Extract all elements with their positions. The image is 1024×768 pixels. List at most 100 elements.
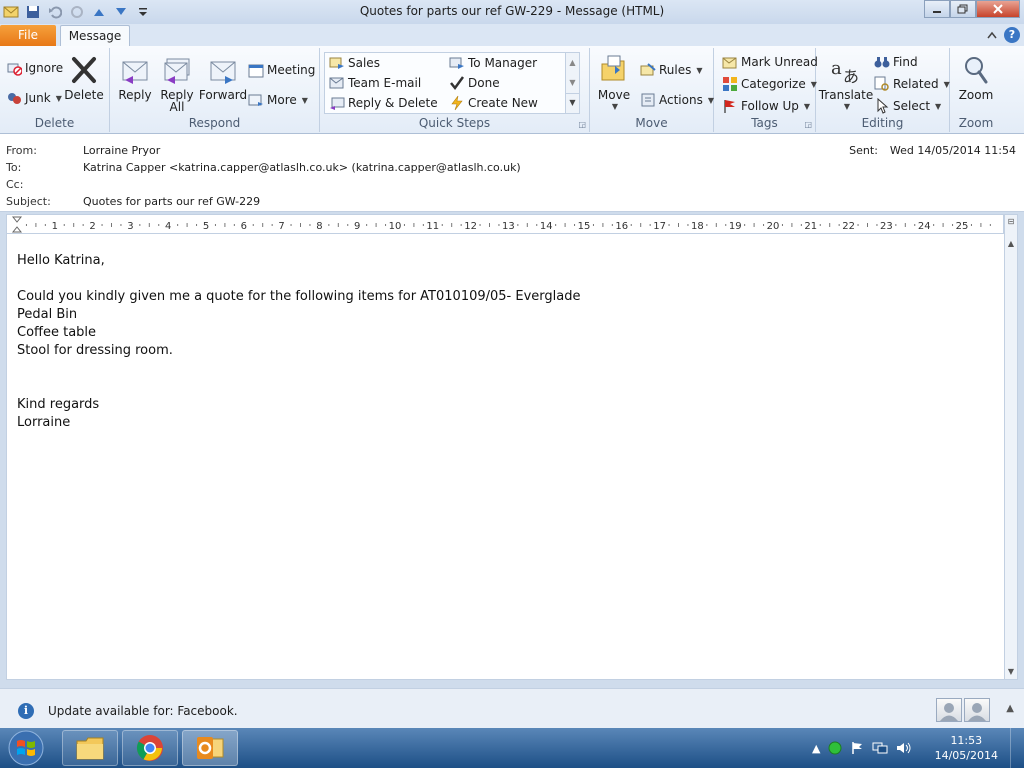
tab-message[interactable]: Message — [60, 25, 130, 47]
zoom-group-label: Zoom — [958, 116, 994, 130]
body-line — [17, 270, 580, 288]
find-button[interactable]: Find — [874, 52, 918, 72]
ruler-number: 24 — [918, 221, 931, 232]
first-line-indent-marker[interactable] — [11, 216, 23, 223]
avatar[interactable] — [936, 698, 962, 722]
meeting-button[interactable]: Meeting — [248, 60, 315, 80]
quick-step-create-new[interactable]: Create New — [449, 93, 538, 113]
close-button[interactable] — [976, 0, 1020, 18]
tray-icons: ▲ — [812, 741, 912, 755]
ruler-number: 13 — [502, 221, 515, 232]
actions-icon — [640, 92, 656, 108]
from-value[interactable]: Lorraine Pryor — [83, 144, 160, 161]
quick-steps-scrollbar[interactable]: ▲ ▼ ▼ — [565, 53, 579, 113]
follow-up-button[interactable]: Follow Up ▼ — [722, 96, 810, 116]
zoom-button[interactable]: Zoom — [956, 54, 996, 101]
explorer-taskbar-button[interactable] — [62, 730, 118, 766]
sent-value: Wed 14/05/2014 11:54 — [889, 144, 1016, 157]
show-desktop-button[interactable] — [1010, 728, 1024, 768]
ruler-number: 10 — [389, 221, 402, 232]
ruler-number: 25 — [956, 221, 969, 232]
checkmark-icon — [449, 75, 465, 91]
update-notice[interactable]: Update available for: Facebook. — [48, 704, 238, 718]
move-button[interactable]: Move ▼ — [596, 54, 632, 113]
body-line: Stool for dressing room. — [17, 343, 173, 358]
body-line: Kind regards — [17, 397, 100, 412]
delete-icon — [68, 54, 100, 86]
outlook-taskbar-button[interactable] — [182, 730, 238, 766]
translate-icon: aあ — [830, 54, 862, 86]
scroll-up-arrow[interactable]: ▲ — [1005, 237, 1017, 251]
message-header: From: Lorraine Pryor To: Katrina Capper … — [0, 134, 1024, 212]
ruler[interactable]: 1 2 3 4 5 6 7 8 9 10 11 12 13 14 15 16 17 18 19 20 21 22 23 24 2… — [6, 214, 1004, 234]
more-button[interactable]: More ▼ — [248, 90, 308, 110]
ignore-button[interactable]: Ignore — [6, 58, 63, 78]
ruler-graphic: 1 2 3 4 5 6 7 8 9 10 11 12 13 14 15 16 17 18 19 20 21 22 23 24 2… — [11, 216, 991, 233]
quick-step-team-email[interactable]: Team E-mail — [329, 73, 421, 93]
calendar-icon — [248, 62, 264, 78]
taskbar: ▲ 11:53 14/05/2014 — [0, 728, 1024, 768]
mail-move-icon — [329, 55, 345, 71]
svg-text:a: a — [831, 58, 842, 79]
junk-button[interactable]: Junk ▼ — [6, 88, 62, 108]
cursor-icon — [874, 98, 890, 114]
quick-steps-group-label: Quick Steps — [418, 116, 491, 130]
minimize-ribbon-icon[interactable] — [986, 30, 998, 40]
ruler-number: 12 — [464, 221, 477, 232]
ruler-number: 4 — [165, 221, 171, 232]
volume-icon[interactable] — [896, 741, 912, 755]
scroll-down-arrow[interactable]: ▼ — [1005, 665, 1017, 679]
binoculars-icon — [874, 54, 890, 70]
quick-step-reply-delete[interactable]: Reply & Delete — [329, 93, 438, 113]
hanging-indent-marker[interactable] — [11, 226, 23, 233]
select-button[interactable]: Select ▼ — [874, 96, 941, 116]
related-icon — [874, 76, 890, 92]
network-icon[interactable] — [872, 741, 888, 755]
move-group: Move ▼ Rules ▼ Actions ▼ Move — [590, 48, 714, 132]
from-row: From: Lorraine Pryor — [6, 144, 160, 161]
mark-unread-button[interactable]: Mark Unread — [722, 52, 818, 72]
network-status-icon[interactable] — [828, 741, 842, 755]
quick-step-sales[interactable]: Sales — [329, 53, 380, 73]
ruler-number: 2 — [89, 221, 95, 232]
ribbon: Ignore Junk ▼ Delete Delete Reply Reply A… — [0, 46, 1024, 134]
start-button[interactable] — [4, 729, 48, 767]
chrome-taskbar-button[interactable] — [122, 730, 178, 766]
expand-people-pane-icon[interactable]: ▲ — [1006, 703, 1014, 714]
zoom-group: Zoom Zoom — [950, 48, 1002, 132]
forward-button[interactable]: Forward — [199, 54, 247, 101]
actions-button[interactable]: Actions ▼ — [640, 90, 714, 110]
to-value[interactable]: Katrina Capper <katrina.capper@atlaslh.c… — [83, 161, 521, 178]
translate-button[interactable]: aあ Translate ▼ — [819, 54, 874, 113]
body-line: Lorraine — [17, 415, 71, 430]
body-line — [17, 378, 580, 396]
related-button[interactable]: Related ▼ — [874, 74, 950, 94]
minimize-button[interactable] — [924, 0, 950, 18]
categorize-icon — [722, 76, 738, 92]
delete-button[interactable]: Delete — [64, 54, 104, 101]
ruler-toggle-icon[interactable]: ⊟ — [1005, 215, 1017, 229]
help-icon[interactable]: ? — [1004, 27, 1020, 43]
restore-button[interactable] — [950, 0, 976, 18]
reply-all-button[interactable]: Reply All — [160, 54, 194, 113]
tab-file[interactable]: File — [0, 25, 56, 46]
editing-group-label: Editing — [861, 116, 904, 130]
rules-button[interactable]: Rules ▼ — [640, 60, 703, 80]
reply-button[interactable]: Reply — [118, 54, 152, 101]
avatar[interactable] — [964, 698, 990, 722]
categorize-button[interactable]: Categorize ▼ — [722, 74, 817, 94]
show-hidden-icons-icon[interactable]: ▲ — [812, 742, 820, 755]
ruler-number: 5 — [203, 221, 209, 232]
to-row: To: Katrina Capper <katrina.capper@atlas… — [6, 161, 521, 178]
delete-group-label: Delete — [34, 116, 75, 130]
ruler-number: 15 — [578, 221, 591, 232]
taskbar-clock[interactable]: 11:53 14/05/2014 — [935, 733, 998, 763]
quick-step-done[interactable]: Done — [449, 73, 500, 93]
message-body[interactable]: Hello Katrina, Could you kindly given me … — [6, 234, 1004, 680]
info-icon: i — [18, 703, 34, 719]
action-center-flag-icon[interactable] — [850, 741, 864, 755]
ruler-number: 19 — [729, 221, 742, 232]
quick-step-to-manager[interactable]: To Manager — [449, 53, 537, 73]
vertical-scrollbar[interactable]: ⊟ ▲ ▼ — [1004, 214, 1018, 680]
ruler-number: 16 — [615, 221, 628, 232]
